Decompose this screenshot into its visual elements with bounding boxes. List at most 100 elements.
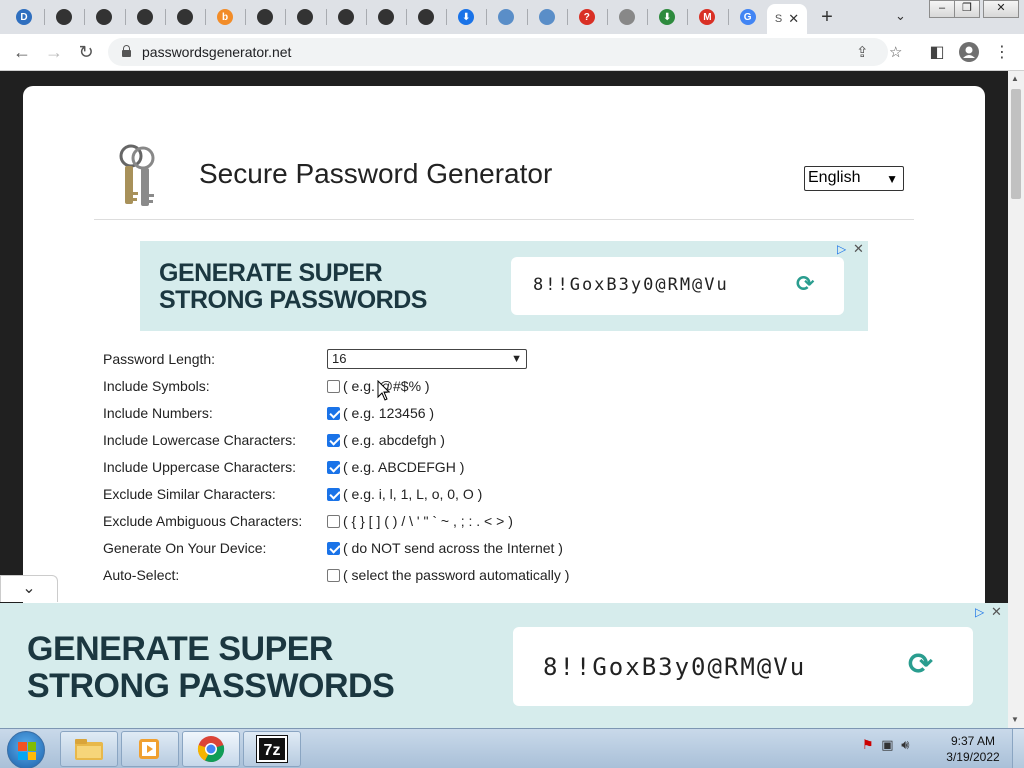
bookmark-star-icon[interactable]: ☆ bbox=[889, 43, 902, 61]
browser-tab-dell[interactable]: D bbox=[5, 4, 43, 30]
option-hint: ( do NOT send across the Internet ) bbox=[343, 540, 563, 556]
browser-tab-github[interactable] bbox=[286, 4, 324, 30]
ad-choices-icon[interactable]: ▷ bbox=[837, 242, 846, 256]
tab-separator bbox=[526, 9, 528, 25]
form-row: Password Length: 16 ▼ bbox=[103, 349, 903, 371]
system-tray[interactable]: ⚑ ▣ 🔊︎ bbox=[862, 737, 909, 753]
sticky-ad-close-icon[interactable]: ✕ bbox=[991, 604, 1002, 620]
form-row: Generate On Your Device: ( do NOT send ac… bbox=[103, 538, 903, 560]
form-row: Exclude Ambiguous Characters: ( { } [ ] (… bbox=[103, 511, 903, 533]
minimize-button[interactable]: – bbox=[929, 0, 955, 18]
browser-tab-web[interactable] bbox=[608, 4, 646, 30]
collapse-ad-button[interactable]: ⌄ bbox=[0, 575, 58, 602]
ad-close-icon[interactable]: ✕ bbox=[853, 241, 864, 257]
browser-tab-github[interactable] bbox=[45, 4, 83, 30]
browser-tab-active[interactable]: S ✕ bbox=[767, 4, 807, 34]
maximize-button[interactable]: ❐ bbox=[954, 0, 980, 18]
taskbar-explorer[interactable] bbox=[60, 731, 118, 767]
browser-tab-google[interactable]: G bbox=[729, 4, 767, 30]
browser-tab-github[interactable] bbox=[246, 4, 284, 30]
form-row: Include Symbols:( e.g. @#$% ) bbox=[103, 376, 903, 398]
forward-icon[interactable]: → bbox=[42, 41, 66, 63]
show-desktop-button[interactable] bbox=[1012, 729, 1024, 768]
browser-tab-github[interactable] bbox=[327, 4, 365, 30]
browser-tab-globe[interactable] bbox=[528, 4, 566, 30]
language-select[interactable]: English ▼ bbox=[804, 166, 904, 191]
new-tab-button[interactable]: + bbox=[815, 6, 839, 28]
sticky-ad-choices-icon[interactable]: ▷ bbox=[975, 605, 984, 619]
back-icon[interactable]: ← bbox=[10, 41, 34, 63]
browser-tab-github[interactable] bbox=[367, 4, 405, 30]
ad-headline-line2: STRONG PASSWORDS bbox=[159, 286, 427, 314]
page-scrollbar[interactable]: ▲ ▼ bbox=[1008, 71, 1024, 728]
option-control: ( e.g. 123456 ) bbox=[327, 405, 434, 421]
ad-password-box: 8!!GoxB3y0@RM@Vu ⟳ bbox=[511, 257, 844, 315]
browser-tab-download[interactable]: ⬇ bbox=[447, 4, 485, 30]
option-checkbox[interactable] bbox=[327, 514, 340, 528]
option-label: Exclude Similar Characters: bbox=[103, 486, 276, 502]
tab-separator bbox=[325, 9, 327, 25]
reload-icon[interactable]: ↻ bbox=[74, 41, 98, 63]
browser-tab-github[interactable] bbox=[126, 4, 164, 30]
taskbar-7zip[interactable]: 7z bbox=[243, 731, 301, 767]
option-hint: ( { } [ ] ( ) / \ ' " ` ~ , ; : . < > ) bbox=[343, 513, 513, 529]
flag-alert-icon[interactable]: ⚑ bbox=[862, 737, 874, 752]
globe-icon bbox=[498, 9, 515, 25]
option-checkbox[interactable] bbox=[327, 379, 340, 393]
taskbar-chrome[interactable] bbox=[182, 731, 240, 767]
divider bbox=[94, 219, 914, 220]
tab-separator bbox=[566, 9, 568, 25]
menu-kebab-icon[interactable]: ⋮ bbox=[991, 42, 1013, 62]
option-checkbox[interactable] bbox=[327, 541, 340, 555]
option-checkbox[interactable] bbox=[327, 487, 340, 501]
option-checkbox[interactable] bbox=[327, 433, 340, 447]
share-icon[interactable]: ⇪ bbox=[856, 43, 869, 61]
browser-tab-mail[interactable]: M bbox=[688, 4, 726, 30]
github-icon bbox=[176, 9, 193, 25]
option-control: ( e.g. abcdefgh ) bbox=[327, 432, 445, 448]
browser-tab-download-green[interactable]: ⬇ bbox=[648, 4, 686, 30]
windows-taskbar: 7z ⚑ ▣ 🔊︎ 9:37 AM 3/19/2022 bbox=[0, 728, 1024, 768]
close-window-button[interactable]: ✕ bbox=[983, 0, 1019, 18]
sticky-ad-headline-line2: STRONG PASSWORDS bbox=[27, 666, 395, 705]
option-checkbox[interactable] bbox=[327, 460, 340, 474]
side-panel-icon[interactable]: ◧ bbox=[926, 42, 948, 62]
browser-tab-github[interactable] bbox=[407, 4, 445, 30]
browser-tab-help[interactable]: ? bbox=[568, 4, 606, 30]
browser-tab-bitnami[interactable]: b bbox=[206, 4, 244, 30]
network-icon[interactable]: ▣ bbox=[881, 737, 893, 752]
tab-close-icon[interactable]: ✕ bbox=[788, 11, 799, 27]
keys-logo-icon bbox=[119, 144, 155, 206]
taskbar-media-player[interactable] bbox=[121, 731, 179, 767]
taskbar-clock[interactable]: 9:37 AM 3/19/2022 bbox=[938, 733, 1008, 765]
browser-tab-github[interactable] bbox=[166, 4, 204, 30]
scroll-thumb[interactable] bbox=[1011, 89, 1021, 199]
browser-tab-globe[interactable] bbox=[487, 4, 525, 30]
option-checkbox[interactable] bbox=[327, 406, 340, 420]
option-label: Include Uppercase Characters: bbox=[103, 459, 296, 475]
scroll-up-icon[interactable]: ▲ bbox=[1011, 74, 1019, 83]
clock-time: 9:37 AM bbox=[950, 734, 996, 748]
github-icon bbox=[257, 9, 274, 25]
url-text[interactable]: passwordsgenerator.net bbox=[142, 44, 291, 60]
sticky-ad-headline-line1: GENERATE SUPER bbox=[27, 630, 333, 668]
inline-ad-banner[interactable]: GENERATE SUPER STRONG PASSWORDS 8!!GoxB3… bbox=[140, 241, 868, 331]
option-hint: ( e.g. abcdefgh ) bbox=[343, 432, 445, 448]
password-length-select[interactable]: 16 ▼ bbox=[327, 349, 527, 369]
option-checkbox[interactable] bbox=[327, 568, 340, 582]
language-value: English bbox=[808, 169, 861, 186]
option-control: ( select the password automatically ) bbox=[327, 567, 569, 583]
tab-search-icon[interactable]: ⌄ bbox=[895, 8, 906, 24]
start-button[interactable] bbox=[7, 731, 45, 768]
sticky-ad-banner[interactable]: GENERATE SUPER STRONG PASSWORDS 8!!GoxB3… bbox=[0, 603, 1008, 728]
scroll-down-icon[interactable]: ▼ bbox=[1011, 715, 1019, 724]
tab-separator bbox=[164, 9, 166, 25]
ad-headline-line1: GENERATE SUPER bbox=[159, 259, 383, 287]
address-bar[interactable]: passwordsgenerator.net ⇪ ☆ bbox=[108, 38, 902, 66]
profile-icon[interactable] bbox=[958, 42, 980, 67]
option-label: Include Lowercase Characters: bbox=[103, 432, 296, 448]
mouse-cursor-icon bbox=[377, 380, 391, 401]
form-row: Include Lowercase Characters: ( e.g. abcd… bbox=[103, 430, 903, 452]
volume-icon[interactable]: 🔊︎ bbox=[901, 737, 909, 752]
browser-tab-github[interactable] bbox=[85, 4, 123, 30]
